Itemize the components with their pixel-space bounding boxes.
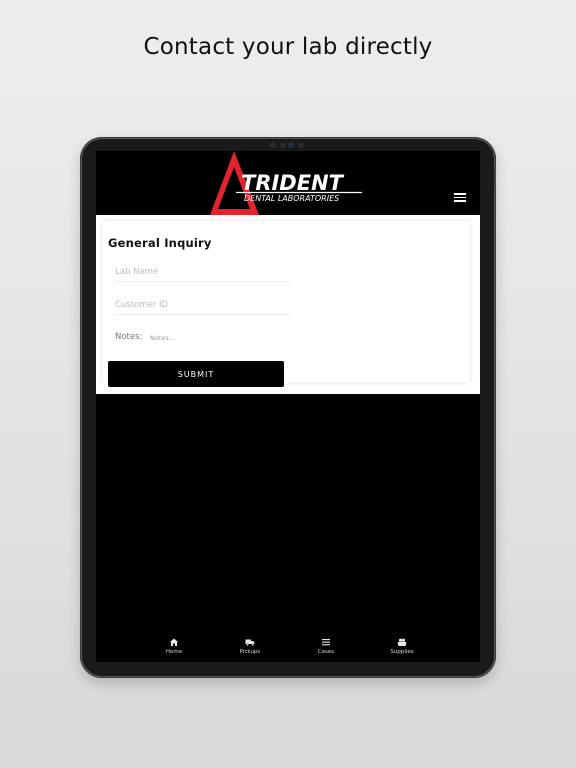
logo-brand-text: TRIDENT (241, 171, 345, 195)
form-title: General Inquiry (108, 236, 212, 250)
home-icon (170, 638, 178, 646)
list-icon (322, 639, 330, 646)
tab-supplies[interactable]: Supplies (382, 637, 422, 662)
truck-icon (245, 639, 255, 647)
app-header: TRIDENT DENTAL LABORATORIES (96, 151, 480, 215)
notes-field[interactable] (150, 332, 290, 344)
logo-tagline-text: DENTAL LABORATORIES (244, 194, 339, 203)
bottom-tab-bar: Home Pickups Cases Supplies (96, 636, 480, 662)
tab-pickups-label: Pickups (239, 649, 261, 655)
tab-cases-label: Cases (317, 649, 335, 655)
submit-button[interactable]: SUBMIT (108, 361, 284, 387)
content-area: General Inquiry Notes: SUBMIT (96, 215, 480, 394)
lab-name-field[interactable] (115, 263, 291, 282)
hamburger-menu-icon[interactable] (454, 193, 466, 202)
tab-supplies-label: Supplies (390, 649, 414, 655)
promo-headline: Contact your lab directly (143, 34, 433, 60)
trident-logo: TRIDENT DENTAL LABORATORIES (210, 151, 362, 215)
tab-cases[interactable]: Cases (306, 637, 346, 662)
general-inquiry-card: General Inquiry Notes: SUBMIT (102, 221, 470, 387)
app-screen: TRIDENT DENTAL LABORATORIES General Inqu… (96, 151, 480, 662)
tab-home[interactable]: Home (154, 637, 194, 662)
device-camera (258, 142, 318, 150)
tab-pickups[interactable]: Pickups (230, 637, 270, 662)
tab-home-label: Home (165, 649, 183, 655)
customer-id-field[interactable] (115, 296, 291, 315)
device-side-button (494, 170, 496, 188)
supplies-icon (397, 638, 407, 646)
notes-label: Notes: (115, 332, 143, 342)
